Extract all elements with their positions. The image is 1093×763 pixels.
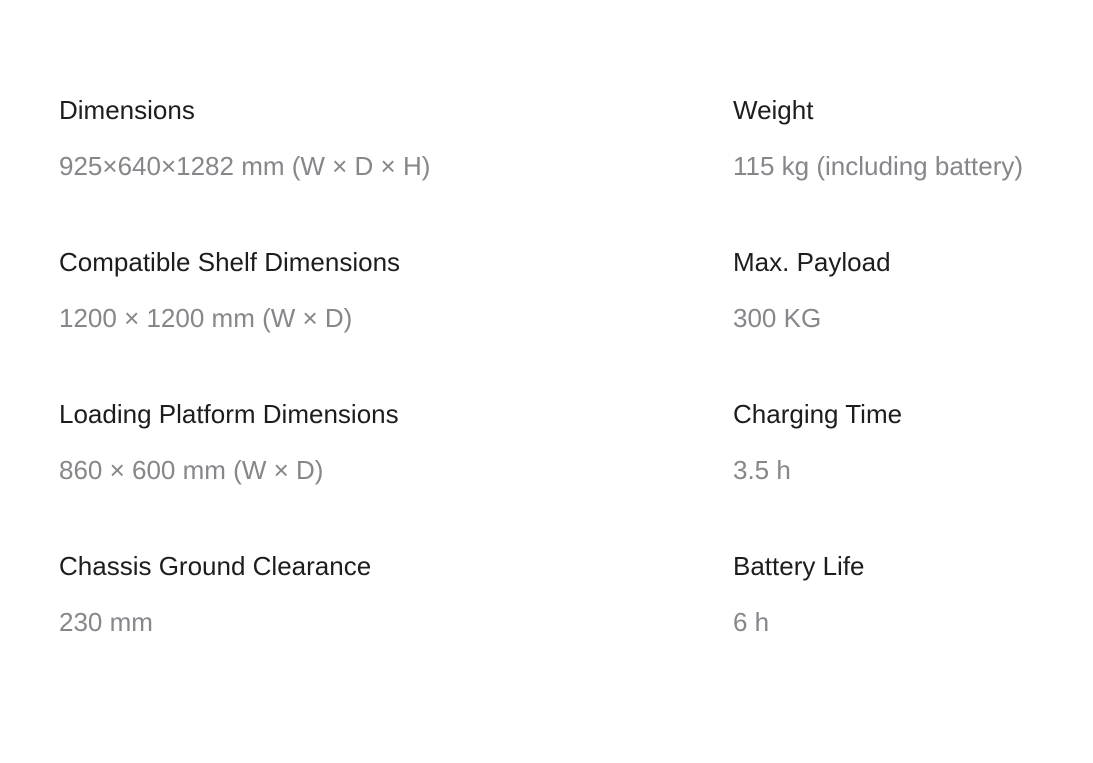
spec-value: 115 kg (including battery) <box>733 151 1024 181</box>
spec-value: 925×640×1282 mm (W × D × H) <box>59 151 431 181</box>
spec-label: Loading Platform Dimensions <box>59 399 399 429</box>
spec-value: 860 × 600 mm (W × D) <box>59 455 324 485</box>
spec-chassis-ground-clearance: Chassis Ground Clearance 230 mm <box>59 548 733 700</box>
spec-value: 230 mm <box>59 607 153 637</box>
spec-label: Dimensions <box>59 95 195 125</box>
spec-weight: Weight 115 kg (including battery) <box>733 92 1069 244</box>
spec-value: 300 KG <box>733 303 822 333</box>
spec-loading-platform-dimensions: Loading Platform Dimensions 860 × 600 mm… <box>59 396 733 548</box>
spec-label: Charging Time <box>733 399 903 429</box>
spec-label: Max. Payload <box>733 247 891 277</box>
spec-label: Battery Life <box>733 551 865 581</box>
spec-dimensions: Dimensions 925×640×1282 mm (W × D × H) <box>59 92 733 244</box>
spec-label: Chassis Ground Clearance <box>59 551 372 581</box>
spec-battery-life: Battery Life 6 h <box>733 548 1069 700</box>
spec-max-payload: Max. Payload 300 KG <box>733 244 1069 396</box>
spec-grid: Dimensions 925×640×1282 mm (W × D × H) W… <box>59 92 1069 700</box>
spec-value: 3.5 h <box>733 455 791 485</box>
spec-label: Weight <box>733 95 814 125</box>
spec-label: Compatible Shelf Dimensions <box>59 247 401 277</box>
spec-value: 6 h <box>733 607 770 637</box>
spec-value: 1200 × 1200 mm (W × D) <box>59 303 353 333</box>
spec-compatible-shelf-dimensions: Compatible Shelf Dimensions 1200 × 1200 … <box>59 244 733 396</box>
spec-charging-time: Charging Time 3.5 h <box>733 396 1069 548</box>
